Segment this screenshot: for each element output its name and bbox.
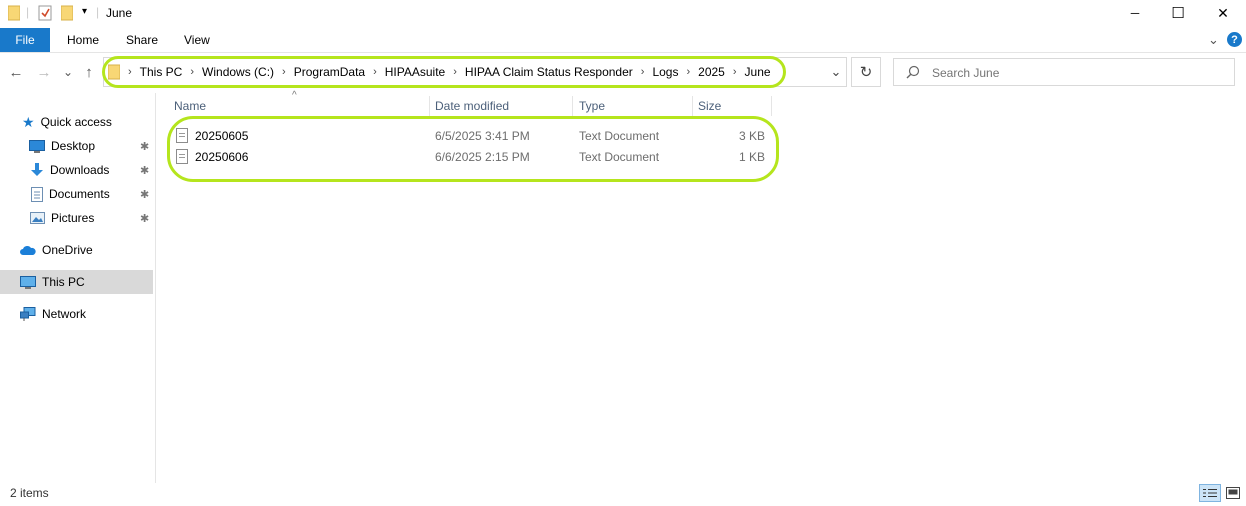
divider: | bbox=[26, 5, 30, 19]
sidebar-item-label: Downloads bbox=[50, 163, 110, 177]
documents-icon bbox=[31, 186, 43, 202]
breadcrumb-separator[interactable]: › bbox=[278, 66, 290, 78]
breadcrumb-claim-status-responder[interactable]: HIPAA Claim Status Responder bbox=[461, 65, 637, 79]
computer-icon bbox=[20, 275, 36, 289]
network-icon bbox=[20, 307, 36, 321]
text-file-icon bbox=[176, 125, 188, 146]
pin-icon: ✱ bbox=[140, 140, 150, 153]
breadcrumb-separator[interactable]: › bbox=[682, 66, 694, 78]
details-view-icon bbox=[1203, 489, 1217, 497]
close-button[interactable]: ✕ bbox=[1200, 0, 1246, 26]
breadcrumb-separator[interactable]: › bbox=[369, 66, 381, 78]
large-icons-view-button[interactable] bbox=[1224, 484, 1242, 502]
forward-button[interactable]: → bbox=[34, 60, 54, 84]
column-header-date[interactable]: Date modified bbox=[429, 96, 573, 116]
downloads-icon bbox=[30, 163, 44, 177]
file-date: 6/5/2025 3:41 PM bbox=[435, 128, 530, 143]
sidebar-item-label: Pictures bbox=[51, 211, 95, 225]
tab-home[interactable]: Home bbox=[67, 28, 99, 52]
details-view-button[interactable] bbox=[1199, 484, 1221, 502]
sidebar-item-network[interactable]: Network bbox=[0, 302, 153, 326]
breadcrumb-june[interactable]: June bbox=[741, 65, 775, 79]
status-item-count: 2 items bbox=[10, 486, 49, 500]
column-header-type[interactable]: Type bbox=[573, 96, 693, 116]
tab-file[interactable]: File bbox=[0, 28, 50, 52]
sidebar-item-pictures[interactable]: Pictures ✱ bbox=[0, 206, 153, 230]
file-date: 6/6/2025 2:15 PM bbox=[435, 149, 530, 164]
file-size: 1 KB bbox=[738, 149, 765, 164]
sidebar-item-label: OneDrive bbox=[42, 243, 93, 257]
pin-icon: ✱ bbox=[140, 212, 150, 225]
breadcrumb-separator[interactable]: › bbox=[449, 66, 461, 78]
pin-icon: ✱ bbox=[140, 164, 150, 177]
search-icon bbox=[906, 65, 920, 82]
sidebar-item-label: Quick access bbox=[40, 115, 112, 129]
recent-locations-button[interactable]: ⌄ bbox=[61, 60, 75, 84]
breadcrumb: › This PC › Windows (C:) › ProgramData ›… bbox=[108, 58, 775, 86]
customize-toolbar-icon[interactable]: ▾ bbox=[82, 6, 87, 17]
large-icons-view-icon bbox=[1226, 487, 1240, 499]
pictures-icon bbox=[30, 212, 45, 224]
folder-icon bbox=[7, 5, 21, 24]
sidebar-item-label: Desktop bbox=[51, 139, 96, 153]
title-bar: | ▾ | June ─ ☐ ✕ bbox=[0, 0, 1246, 28]
star-icon: ★ bbox=[22, 113, 35, 130]
window-title: June bbox=[106, 6, 133, 20]
breadcrumb-windows-c[interactable]: Windows (C:) bbox=[198, 65, 278, 79]
file-size: 3 KB bbox=[738, 128, 765, 143]
divider: | bbox=[96, 5, 100, 19]
pin-icon: ✱ bbox=[140, 188, 150, 201]
column-header-name[interactable]: Name bbox=[168, 96, 430, 116]
table-row[interactable]: 20250605 6/5/2025 3:41 PM Text Document … bbox=[170, 125, 775, 146]
help-icon[interactable]: ? bbox=[1227, 32, 1242, 47]
sidebar-item-desktop[interactable]: Desktop ✱ bbox=[0, 134, 153, 158]
tab-view[interactable]: View bbox=[184, 28, 210, 52]
tab-share[interactable]: Share bbox=[126, 28, 158, 52]
column-header-size[interactable]: Size bbox=[692, 96, 772, 116]
breadcrumb-2025[interactable]: 2025 bbox=[694, 65, 729, 79]
file-type: Text Document bbox=[579, 149, 660, 164]
minimize-button[interactable]: ─ bbox=[1112, 0, 1158, 26]
sidebar-item-quick-access[interactable]: ★ Quick access bbox=[0, 110, 153, 134]
back-button[interactable]: ← bbox=[6, 60, 26, 84]
breadcrumb-separator[interactable]: › bbox=[637, 66, 649, 78]
expand-ribbon-icon[interactable]: ⌄ bbox=[1208, 28, 1219, 52]
properties-icon[interactable] bbox=[38, 5, 52, 24]
breadcrumb-separator[interactable]: › bbox=[124, 66, 136, 78]
folder-icon bbox=[108, 64, 120, 80]
file-name: 20250605 bbox=[195, 128, 249, 143]
ribbon: File Home Share View ⌄ ? bbox=[0, 28, 1246, 53]
refresh-button[interactable]: ↻ bbox=[851, 57, 881, 87]
pane-divider bbox=[155, 93, 156, 483]
breadcrumb-separator[interactable]: › bbox=[729, 66, 741, 78]
sidebar-item-label: Network bbox=[42, 307, 87, 321]
sidebar-item-onedrive[interactable]: OneDrive bbox=[0, 238, 153, 262]
sidebar-item-label: This PC bbox=[42, 275, 85, 289]
address-dropdown-icon[interactable]: ⌄ bbox=[828, 62, 844, 82]
file-name: 20250606 bbox=[195, 149, 249, 164]
sidebar-item-documents[interactable]: Documents ✱ bbox=[0, 182, 153, 206]
desktop-icon bbox=[29, 139, 45, 153]
table-row[interactable]: 20250606 6/6/2025 2:15 PM Text Document … bbox=[170, 146, 775, 167]
onedrive-icon bbox=[20, 245, 36, 255]
breadcrumb-programdata[interactable]: ProgramData bbox=[290, 65, 369, 79]
breadcrumb-separator[interactable]: › bbox=[186, 66, 198, 78]
up-button[interactable]: ↑ bbox=[80, 60, 98, 84]
breadcrumb-logs[interactable]: Logs bbox=[648, 65, 682, 79]
search-box[interactable] bbox=[893, 58, 1235, 86]
sidebar-item-label: Documents bbox=[49, 187, 110, 201]
sidebar-item-downloads[interactable]: Downloads ✱ bbox=[0, 158, 153, 182]
maximize-button[interactable]: ☐ bbox=[1155, 0, 1201, 26]
breadcrumb-hipaasuite[interactable]: HIPAAsuite bbox=[381, 65, 449, 79]
search-input[interactable] bbox=[930, 63, 1224, 83]
sidebar-item-this-pc[interactable]: This PC bbox=[0, 270, 153, 294]
text-file-icon bbox=[176, 146, 188, 167]
breadcrumb-this-pc[interactable]: This PC bbox=[136, 65, 187, 79]
new-folder-icon[interactable] bbox=[60, 5, 74, 24]
file-type: Text Document bbox=[579, 128, 660, 143]
